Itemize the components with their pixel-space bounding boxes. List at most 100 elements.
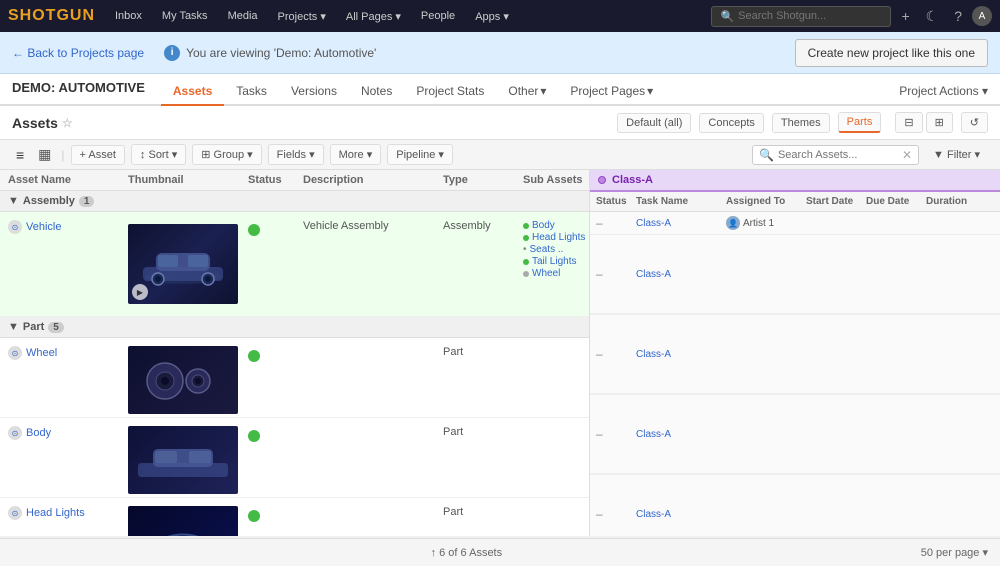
pipeline-btn[interactable]: Pipeline ▾ <box>387 144 453 165</box>
add-asset-btn[interactable]: + Asset <box>71 145 125 165</box>
sub-assets-list: Body Head Lights •Seats .. Tail Lights W <box>523 220 589 280</box>
task-link[interactable]: Class-A <box>636 509 726 520</box>
refresh-btn[interactable]: ↺ <box>961 112 988 133</box>
body-svg <box>133 433 233 488</box>
sub-asset-seats[interactable]: •Seats .. <box>523 244 589 255</box>
panel-col-duration: Duration <box>926 196 981 207</box>
help-icon[interactable]: ? <box>948 6 968 26</box>
search-placeholder: Search Shotgun... <box>738 10 826 22</box>
user-icon[interactable]: A <box>972 6 992 26</box>
status-indicator <box>248 350 260 362</box>
sub-asset-wheel[interactable]: Wheel <box>523 268 589 279</box>
sub-dot-icon: • <box>523 244 527 255</box>
col-type: Type <box>443 174 523 186</box>
panel-row: – Class-A 👤 Artist 1 <box>590 212 1000 235</box>
artist-avatar: 👤 <box>726 216 740 230</box>
panel-col-taskname: Task Name <box>636 196 726 207</box>
col-name: Asset Name <box>8 174 128 186</box>
group-assembly[interactable]: ▼ Assembly 1 <box>0 191 589 212</box>
list-icon-btn[interactable]: ⊟ <box>895 112 922 133</box>
default-view-btn[interactable]: Default (all) <box>617 113 691 133</box>
minus-button[interactable]: – <box>596 216 636 230</box>
favorite-star-icon[interactable]: ☆ <box>62 116 73 130</box>
view-list-btn[interactable]: ≡ <box>12 145 28 165</box>
parts-btn[interactable]: Parts <box>838 112 882 133</box>
tab-tasks[interactable]: Tasks <box>224 78 279 106</box>
task-link[interactable]: Class-A <box>636 269 726 280</box>
sub-dot-icon <box>523 271 529 277</box>
minus-button[interactable]: – <box>596 427 636 441</box>
sub-asset-headlights[interactable]: Head Lights <box>523 232 589 243</box>
sub-asset-body[interactable]: Body <box>523 220 589 231</box>
asset-name-wheel[interactable]: ⊙Wheel <box>8 346 128 360</box>
table-body: ▼ Assembly 1 ⊙ Vehicle <box>0 191 589 536</box>
back-to-projects[interactable]: ← Back to Projects page <box>12 46 144 60</box>
create-project-button[interactable]: Create new project like this one <box>795 39 988 67</box>
task-link[interactable]: Class-A <box>636 349 726 360</box>
global-search[interactable]: 🔍 Search Shotgun... <box>711 6 891 27</box>
assets-search[interactable]: 🔍 ✕ <box>752 145 919 165</box>
asset-type-icon: ⊙ <box>8 346 22 360</box>
asset-thumbnail-body <box>128 426 238 494</box>
panel-row-taillights: – Class-A <box>590 475 1000 536</box>
col-description: Description <box>303 174 443 186</box>
tab-notes[interactable]: Notes <box>349 78 404 106</box>
nav-allpages[interactable]: All Pages ▾ <box>338 6 409 27</box>
sub-asset-taillights[interactable]: Tail Lights <box>523 256 589 267</box>
tab-assets[interactable]: Assets <box>161 78 224 106</box>
task-link[interactable]: Class-A <box>636 218 726 229</box>
asset-name-body[interactable]: ⊙Body <box>8 426 128 440</box>
table-header: Asset Name Thumbnail Status Description … <box>0 170 589 191</box>
nav-people[interactable]: People <box>413 6 463 26</box>
per-page-selector[interactable]: 50 per page ▾ <box>921 546 988 559</box>
add-icon[interactable]: + <box>895 6 915 26</box>
group-name: Part <box>23 321 44 333</box>
info-icon: i <box>164 45 180 61</box>
tab-versions[interactable]: Versions <box>279 78 349 106</box>
tab-other[interactable]: Other ▾ <box>496 78 558 106</box>
per-page-label: 50 per page ▾ <box>921 546 988 559</box>
fields-btn[interactable]: Fields ▾ <box>268 144 324 165</box>
nav-inbox[interactable]: Inbox <box>107 6 150 26</box>
filter-btn[interactable]: ▼ Filter ▾ <box>925 145 988 164</box>
minus-button[interactable]: – <box>596 347 636 361</box>
panel-columns: Status Task Name Assigned To Start Date … <box>590 192 1000 212</box>
concepts-btn[interactable]: Concepts <box>699 113 763 133</box>
tab-projectpages[interactable]: Project Pages ▾ <box>558 78 665 106</box>
app-logo: SHOTGUN <box>8 7 95 25</box>
asset-name-vehicle[interactable]: ⊙ Vehicle <box>8 220 128 234</box>
themes-btn[interactable]: Themes <box>772 113 830 133</box>
asset-type-icon: ⊙ <box>8 506 22 520</box>
panel-row-body: – Class-A <box>590 315 1000 395</box>
more-btn[interactable]: More ▾ <box>330 144 382 165</box>
view-thumb-btn[interactable]: ▦ <box>34 144 55 165</box>
wheel-svg <box>143 353 223 408</box>
panel-col-status: Status <box>596 196 636 207</box>
panel-row: – Class-A <box>590 235 1000 314</box>
search-icon: 🔍 <box>720 10 734 23</box>
project-actions-btn[interactable]: Project Actions ▾ <box>899 84 988 98</box>
nav-projects[interactable]: Projects ▾ <box>270 6 334 27</box>
nav-mytasks[interactable]: My Tasks <box>154 6 216 26</box>
project-title: DEMO: AUTOMOTIVE <box>12 72 145 104</box>
group-part[interactable]: ▼ Part 5 <box>0 317 589 338</box>
nav-media[interactable]: Media <box>220 6 266 26</box>
group-btn[interactable]: ⊞ Group ▾ <box>192 144 261 165</box>
play-button[interactable]: ▶ <box>132 284 148 300</box>
minus-button[interactable]: – <box>596 507 636 521</box>
grid-icon-btn[interactable]: ⊞ <box>926 112 953 133</box>
clear-search-icon[interactable]: ✕ <box>902 148 912 162</box>
asset-type: Part <box>443 346 523 358</box>
sub-dot-icon <box>523 259 529 265</box>
asset-name-headlights[interactable]: ⊙Head Lights <box>8 506 128 520</box>
project-actions: Project Actions ▾ <box>899 84 988 104</box>
asset-thumbnail-headlights <box>128 506 238 536</box>
search-assets-input[interactable] <box>778 149 898 161</box>
sort-btn[interactable]: ↕ Sort ▾ <box>131 144 186 165</box>
task-link[interactable]: Class-A <box>636 429 726 440</box>
table-row: ⊙Body Part <box>0 418 589 498</box>
moon-icon[interactable]: ☾ <box>920 6 945 27</box>
nav-apps[interactable]: Apps ▾ <box>467 6 517 27</box>
minus-button[interactable]: – <box>596 267 636 281</box>
tab-projectstats[interactable]: Project Stats <box>404 78 496 106</box>
